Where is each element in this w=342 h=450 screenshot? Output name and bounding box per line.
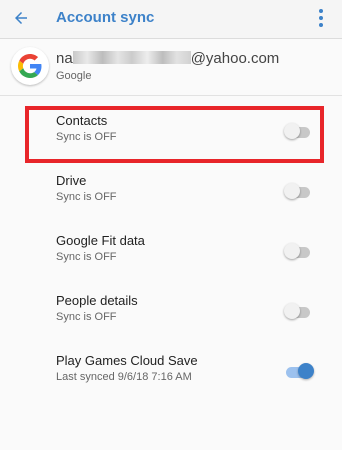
account-header: na @yahoo.com Google	[0, 39, 342, 96]
email-domain: @yahoo.com	[190, 50, 280, 67]
sync-item-status: Sync is OFF	[56, 191, 117, 203]
account-provider: Google	[56, 70, 92, 82]
google-logo-icon	[11, 47, 49, 85]
sync-item-status: Sync is OFF	[56, 251, 117, 263]
email-prefix: na	[56, 50, 73, 67]
sync-row-drive[interactable]: Drive Sync is OFF	[0, 163, 342, 223]
sync-row-people-details[interactable]: People details Sync is OFF	[0, 283, 342, 343]
sync-item-label: People details	[56, 293, 138, 308]
sync-item-label: Drive	[56, 173, 87, 188]
sync-row-google-fit[interactable]: Google Fit data Sync is OFF	[0, 223, 342, 283]
sync-toggle-people-details[interactable]	[284, 301, 316, 323]
sync-toggle-play-games[interactable]	[284, 361, 316, 383]
sync-item-label: Google Fit data	[56, 233, 145, 248]
sync-toggle-contacts[interactable]	[284, 121, 316, 143]
sync-row-play-games[interactable]: Play Games Cloud Save Last synced 9/6/18…	[0, 343, 342, 403]
sync-item-status: Sync is OFF	[56, 131, 117, 143]
redacted-email-part	[72, 51, 191, 64]
page-title: Account sync	[56, 9, 155, 26]
back-button[interactable]	[8, 5, 34, 31]
sync-item-label: Contacts	[56, 113, 108, 128]
more-options-button[interactable]	[312, 6, 330, 30]
sync-row-contacts[interactable]: Contacts Sync is OFF	[0, 103, 342, 163]
more-vert-icon	[319, 9, 323, 13]
sync-item-label: Play Games Cloud Save	[56, 353, 198, 368]
app-bar: Account sync	[0, 0, 342, 39]
sync-toggle-google-fit[interactable]	[284, 241, 316, 263]
sync-item-status: Sync is OFF	[56, 311, 117, 323]
back-arrow-icon	[15, 12, 27, 24]
sync-item-status: Last synced 9/6/18 7:16 AM	[56, 371, 192, 383]
account-email: na @yahoo.com	[56, 50, 279, 67]
sync-toggle-drive[interactable]	[284, 181, 316, 203]
